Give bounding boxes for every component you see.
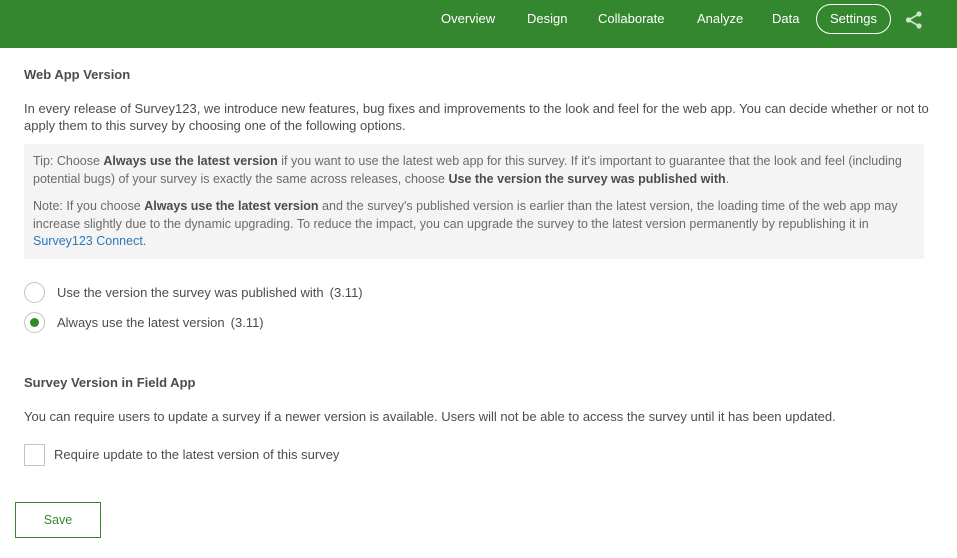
tab-analyze[interactable]: Analyze bbox=[697, 0, 743, 38]
tab-data[interactable]: Data bbox=[772, 0, 799, 38]
require-update-label: Require update to the latest version of … bbox=[54, 447, 340, 462]
note-text: Note: If you choose Always use the lates… bbox=[33, 199, 898, 248]
radio-label: Always use the latest version bbox=[57, 314, 225, 330]
tip-text: Tip: Choose Always use the latest versio… bbox=[33, 154, 902, 186]
save-button[interactable]: Save bbox=[15, 502, 101, 538]
field-app-version-heading: Survey Version in Field App bbox=[24, 375, 196, 390]
radio-label: Use the version the survey was published… bbox=[57, 284, 324, 300]
tip-box: Tip: Choose Always use the latest versio… bbox=[24, 144, 924, 259]
radio-button-selected[interactable] bbox=[24, 311, 45, 333]
field-app-version-description: You can require users to update a survey… bbox=[24, 409, 836, 424]
require-update-checkbox[interactable] bbox=[24, 443, 45, 466]
tab-overview[interactable]: Overview bbox=[441, 0, 495, 38]
radio-version: (3.11) bbox=[329, 284, 363, 300]
radio-option-published-version[interactable]: Use the version the survey was published… bbox=[24, 281, 363, 303]
require-update-option[interactable]: Require update to the latest version of … bbox=[24, 443, 339, 466]
tab-collaborate[interactable]: Collaborate bbox=[598, 0, 665, 38]
web-app-version-description: In every release of Survey123, we introd… bbox=[24, 101, 929, 133]
survey123-connect-link[interactable]: Survey123 Connect bbox=[33, 234, 143, 248]
radio-option-latest-version[interactable]: Always use the latest version (3.11) bbox=[24, 311, 264, 333]
web-app-version-heading: Web App Version bbox=[24, 67, 131, 82]
radio-version: (3.11) bbox=[230, 314, 264, 330]
top-navigation-bar: Overview Design Collaborate Analyze Data… bbox=[0, 0, 957, 48]
tab-settings[interactable]: Settings bbox=[816, 4, 891, 34]
share-icon[interactable] bbox=[904, 10, 924, 30]
radio-button[interactable] bbox=[24, 281, 45, 303]
tab-design[interactable]: Design bbox=[527, 0, 567, 38]
